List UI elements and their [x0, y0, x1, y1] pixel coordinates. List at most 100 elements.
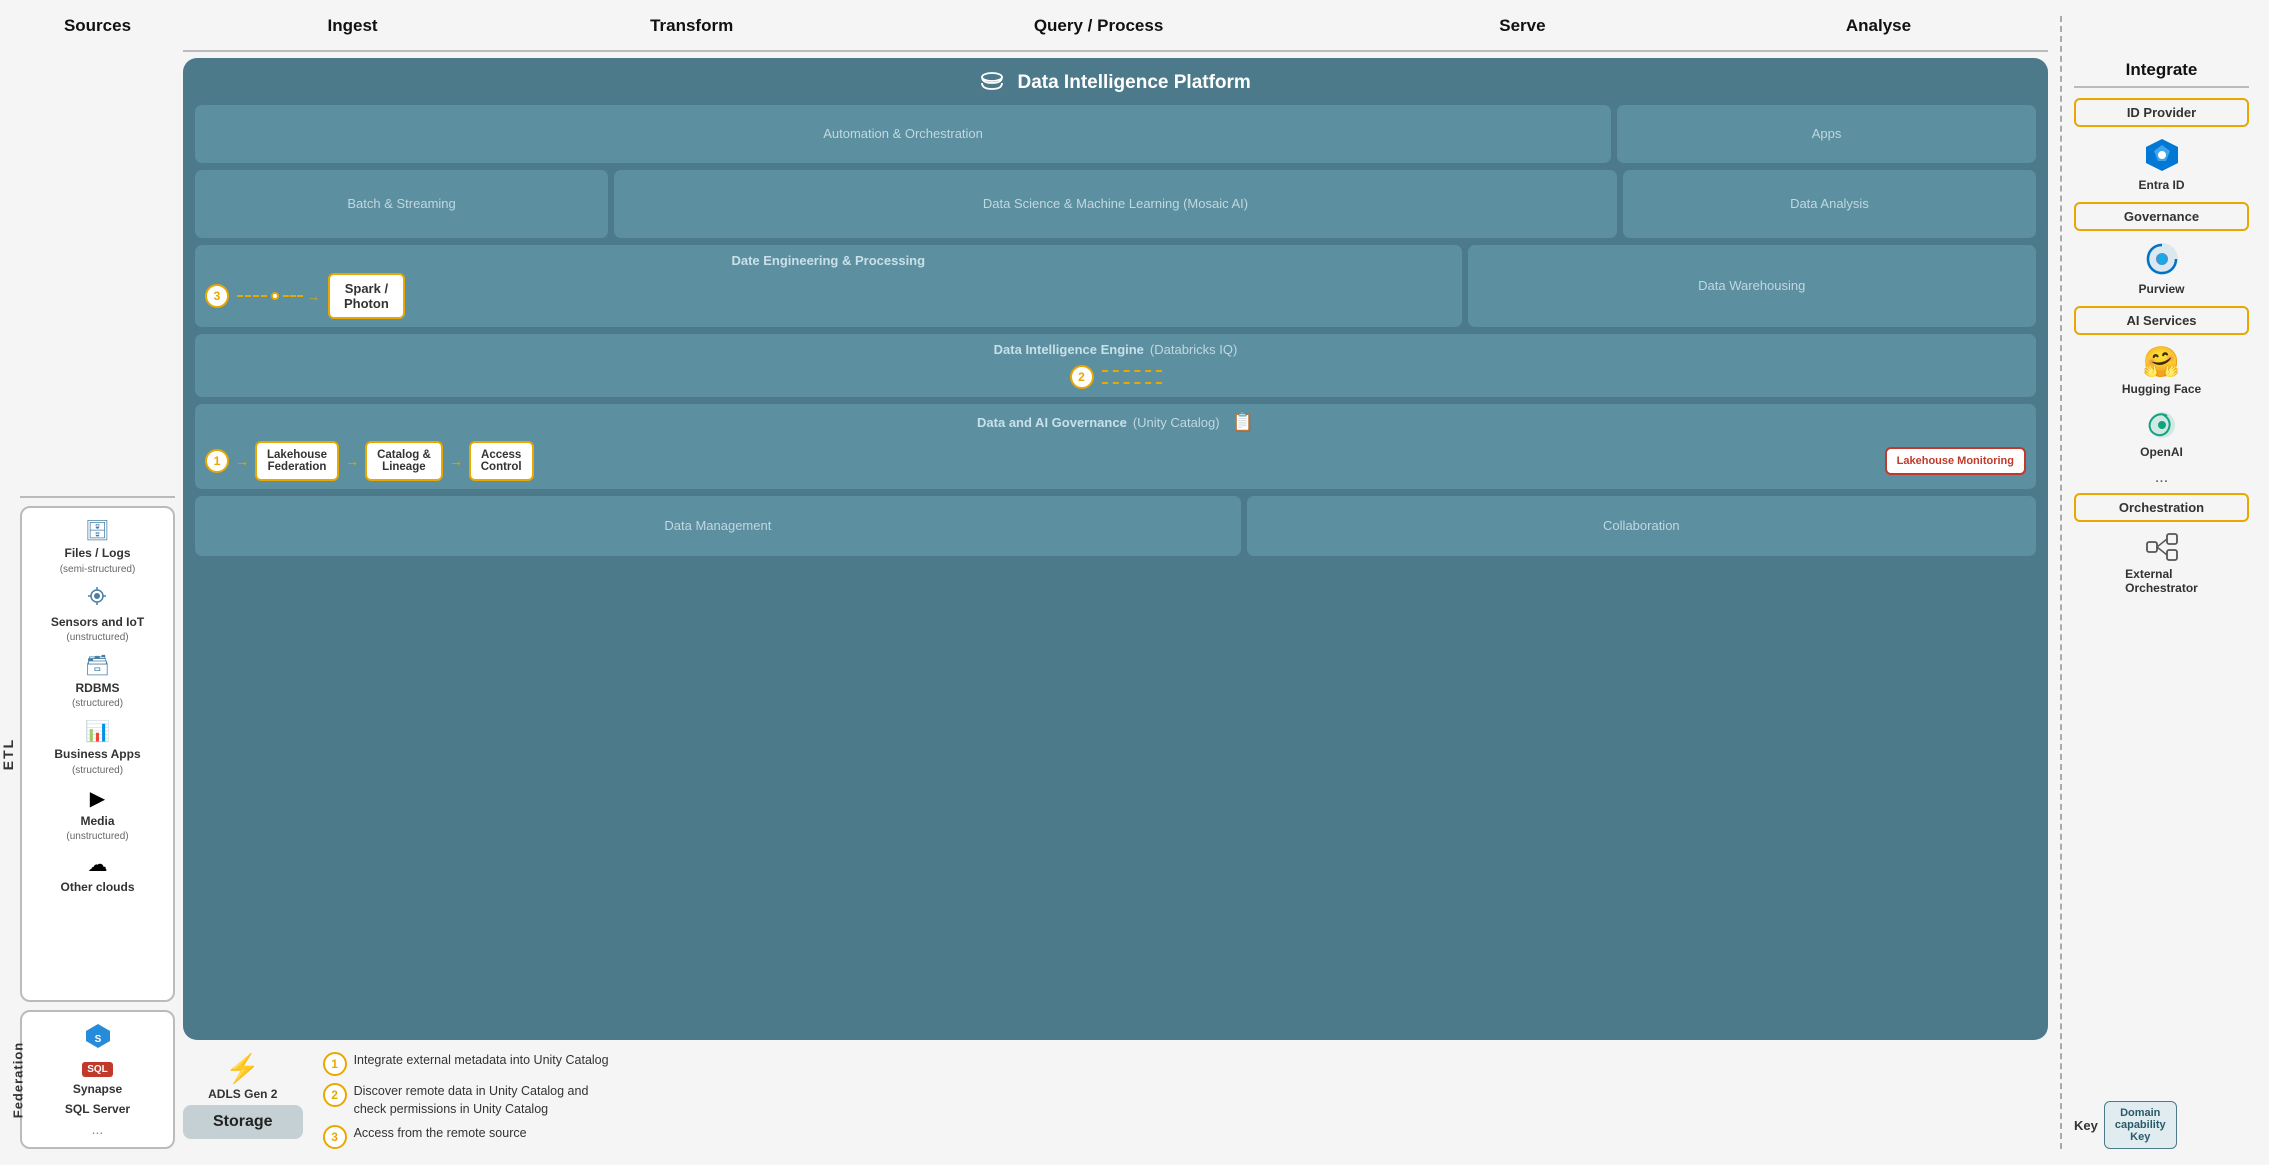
platform-title-icon: [980, 72, 1009, 93]
arrow-right: →: [307, 289, 320, 304]
governance-title-row: Data and AI Governance (Unity Catalog) 📋: [205, 412, 2026, 433]
dashed-h: [1102, 370, 1162, 372]
ext-orchestrator-label: ExternalOrchestrator: [2125, 567, 2198, 595]
openai-item: OpenAI: [2074, 406, 2249, 463]
hugging-face-icon: 🤗: [2143, 345, 2180, 380]
lakehouse-federation-box: Lakehouse Federation: [255, 441, 339, 481]
ai-dots: ...: [2074, 469, 2249, 487]
engineering-title: Date Engineering & Processing: [205, 253, 1452, 268]
vertical-divider: [2060, 16, 2062, 1149]
media-sublabel: (unstructured): [66, 831, 128, 842]
data-analysis-cell: Data Analysis: [1623, 170, 2036, 238]
synapse-icon: S: [84, 1022, 112, 1057]
sensors-label: Sensors and IoT: [51, 615, 144, 629]
engine-badge-area: 2: [205, 365, 2026, 389]
engine-title: Data Intelligence Engine: [994, 342, 1144, 357]
sqlserver-label: SQL Server: [65, 1102, 130, 1116]
source-item-rdbms: 🗃 RDBMS (structured): [72, 653, 123, 709]
files-label: Files / Logs: [64, 546, 130, 560]
etl-box: ETL 🗄 Files / Logs (semi-structured) Sen…: [20, 506, 175, 1002]
purview-item: Purview: [2074, 237, 2249, 300]
files-sublabel: (semi-structured): [60, 564, 136, 575]
monitoring-box: Lakehouse Monitoring: [1885, 447, 2026, 475]
key-section: Key Domain capability Key: [2074, 1101, 2249, 1149]
rdbms-label: RDBMS: [76, 681, 120, 695]
fed-dots: ...: [92, 1121, 104, 1137]
center-column: Ingest Transform Query / Process Serve A…: [183, 16, 2048, 1149]
media-label: Media: [80, 814, 114, 828]
header-serve: Serve: [1336, 16, 1709, 52]
bizapps-sublabel: (structured): [72, 765, 123, 776]
engine-section: Data Intelligence Engine (Databricks IQ)…: [195, 334, 2036, 397]
lakehouse-monitoring-box: Lakehouse Monitoring: [1885, 447, 2026, 475]
integrate-header: Integrate: [2074, 60, 2249, 88]
governance-icon: 📋: [1232, 412, 1254, 433]
engineering-inner: 3 → Spark / Photon: [205, 273, 1452, 319]
federation-label: Federation: [11, 1041, 26, 1117]
clouds-icon: ☁: [87, 852, 107, 877]
sensors-sublabel: (unstructured): [66, 632, 128, 643]
legend-badge-2: 2: [323, 1083, 347, 1107]
source-item-media: ▶ Media (unstructured): [66, 786, 128, 842]
ai-services-group: AI Services: [2074, 306, 2249, 335]
legend-text-3: Access from the remote source: [354, 1125, 527, 1143]
data-management-cell: Data Management: [195, 496, 1241, 556]
legend-item-2: 2 Discover remote data in Unity Catalog …: [323, 1083, 2048, 1118]
openai-label: OpenAI: [2140, 445, 2183, 459]
rdbms-sublabel: (structured): [72, 698, 123, 709]
storage-section: ⚡ ADLS Gen 2 Storage: [183, 1052, 303, 1139]
arrow-1: →: [235, 453, 249, 469]
platform-row-1: Automation & Orchestration Apps: [195, 105, 2036, 163]
sources-column: Sources ETL 🗄 Files / Logs (semi-structu…: [20, 16, 175, 1149]
platform-row-2: Batch & Streaming Data Science & Machine…: [195, 170, 2036, 238]
hugging-face-label: Hugging Face: [2122, 382, 2201, 396]
entra-id-item: Entra ID: [2074, 133, 2249, 196]
platform-row-4: Data Intelligence Engine (Databricks IQ)…: [195, 334, 2036, 397]
synapse-label: Synapse: [73, 1082, 122, 1096]
governance-title: Data and AI Governance: [977, 415, 1127, 430]
arrow-3: →: [449, 453, 463, 469]
etl-label: ETL: [0, 738, 16, 770]
sql-badge: SQL: [82, 1062, 113, 1077]
domain-capability-box: Domain capability Key: [2104, 1101, 2177, 1149]
data-warehousing-cell: Data Warehousing: [1468, 245, 2036, 327]
platform-row-5: Data and AI Governance (Unity Catalog) 📋…: [195, 404, 2036, 489]
rdbms-icon: 🗃: [85, 653, 110, 678]
engineering-section: Date Engineering & Processing 3 →: [195, 245, 1462, 327]
purview-label: Purview: [2138, 282, 2184, 296]
header-query: Query / Process: [861, 16, 1336, 52]
legend-section: 1 Integrate external metadata into Unity…: [323, 1052, 2048, 1149]
entra-id-icon: [2144, 137, 2180, 176]
phase-headers-row: Ingest Transform Query / Process Serve A…: [183, 16, 2048, 52]
source-item-sensors: Sensors and IoT (unstructured): [51, 585, 144, 643]
purview-icon: [2144, 241, 2180, 280]
ext-orchestrator-item: ExternalOrchestrator: [2074, 528, 2249, 599]
hugging-face-item: 🤗 Hugging Face: [2074, 341, 2249, 400]
source-item-clouds: ☁ Other clouds: [60, 852, 134, 894]
source-item-files: 🗄 Files / Logs (semi-structured): [60, 518, 136, 574]
media-icon: ▶: [90, 786, 105, 811]
federation-box: Federation S SQL Synapse SQL Server ...: [20, 1010, 175, 1149]
adls-item: ⚡ ADLS Gen 2: [208, 1052, 277, 1101]
legend-text-1: Integrate external metadata into Unity C…: [354, 1052, 609, 1070]
clouds-label: Other clouds: [60, 880, 134, 894]
catalog-lineage-box: Catalog & Lineage: [365, 441, 443, 481]
governance-sub: (Unity Catalog): [1133, 415, 1220, 430]
integrate-panel: Integrate ID Provider Entra ID Governanc…: [2074, 16, 2249, 1149]
sources-header: Sources: [20, 16, 175, 498]
platform-row-3: Date Engineering & Processing 3 →: [195, 245, 2036, 327]
svg-text:S: S: [94, 1034, 101, 1045]
badge-3: 3: [205, 284, 229, 308]
header-analyse: Analyse: [1709, 16, 2048, 52]
eng-arrow-area: →: [237, 289, 320, 304]
access-control-box: Access Control: [469, 441, 534, 481]
sql-server-item: SQL: [82, 1062, 113, 1077]
openai-icon: [2147, 410, 2177, 443]
arrow-circle: [271, 292, 279, 300]
collaboration-cell: Collaboration: [1247, 496, 2036, 556]
legend-item-1: 1 Integrate external metadata into Unity…: [323, 1052, 2048, 1076]
engine-sub: (Databricks IQ): [1150, 342, 1237, 357]
engine-title-row: Data Intelligence Engine (Databricks IQ): [205, 342, 2026, 357]
header-ingest: Ingest: [183, 16, 522, 52]
platform-title: Data Intelligence Platform: [195, 68, 2036, 98]
